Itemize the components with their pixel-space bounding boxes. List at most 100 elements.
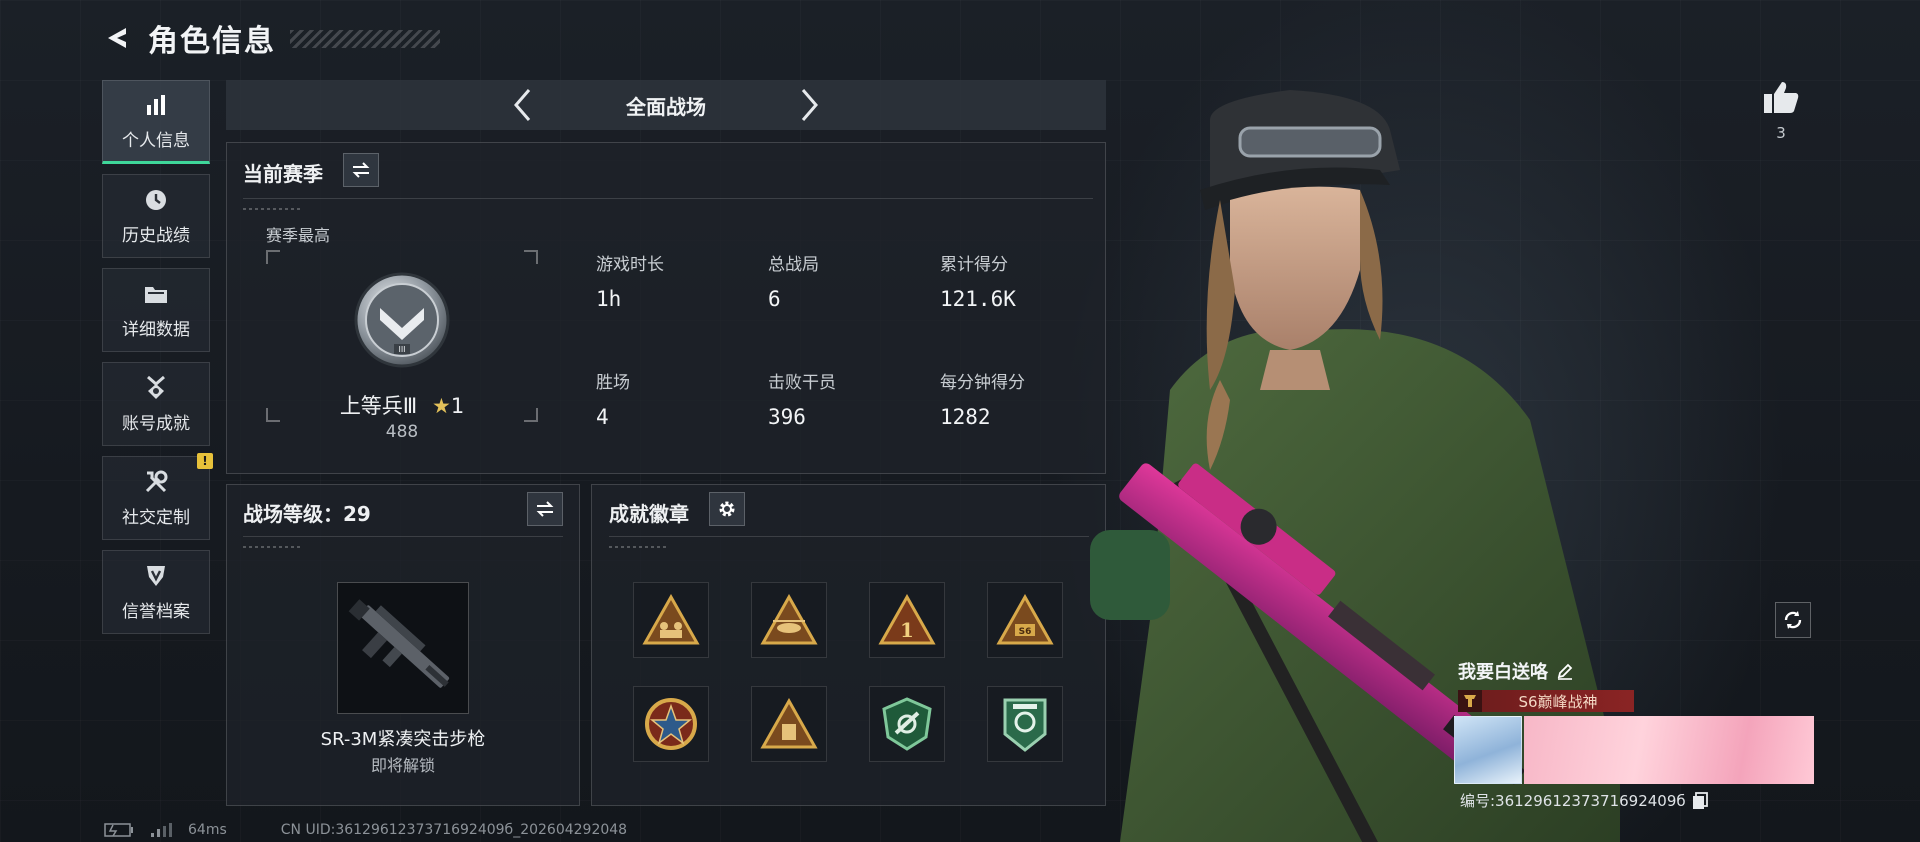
signal-icon bbox=[151, 823, 172, 837]
back-arrow-icon bbox=[108, 28, 126, 48]
stat-value: 1282 bbox=[940, 405, 991, 429]
weapon-name: SR-3M紧凑突击步枪 bbox=[320, 729, 486, 750]
sidebar-item-label: 信誉档案 bbox=[122, 601, 190, 622]
stat-label: 总战局 bbox=[768, 255, 819, 275]
warning-badge: ! bbox=[197, 453, 213, 469]
stat-value: 6 bbox=[768, 287, 781, 311]
star-round-badge-icon[interactable] bbox=[633, 686, 709, 762]
player-uid-row: 编号:3612961237371692409б bbox=[1460, 790, 1708, 811]
green-emblem-badge-icon[interactable] bbox=[869, 686, 945, 762]
season-title: 当前赛季 bbox=[243, 162, 323, 186]
rank-display: III 上等兵Ⅲ ★1 488 bbox=[266, 250, 538, 442]
sidebar-item-label: 账号成就 bbox=[122, 413, 190, 434]
level-value: 29 bbox=[343, 502, 371, 526]
rank-medal-icon: III bbox=[354, 272, 450, 368]
profile-banner bbox=[1524, 716, 1814, 784]
stat-score-per-minute: 每分钟得分 1282 bbox=[940, 368, 1100, 429]
next-mode-button[interactable] bbox=[792, 88, 826, 122]
stat-value: 121.6K bbox=[940, 287, 1016, 311]
like-button[interactable] bbox=[1760, 76, 1802, 118]
clock-icon bbox=[143, 187, 169, 213]
divider-dash bbox=[609, 546, 669, 548]
weapon-preview[interactable] bbox=[337, 582, 469, 714]
sidebar-item-personal-info[interactable]: 个人信息 bbox=[102, 80, 210, 164]
helicopter-triangle-badge-icon[interactable] bbox=[751, 582, 827, 658]
s6-triangle-badge-icon[interactable]: S6 bbox=[987, 582, 1063, 658]
level-switch-button[interactable] bbox=[527, 492, 563, 526]
number-one-triangle-badge-icon[interactable]: 1 bbox=[869, 582, 945, 658]
player-name: 我要白送咯 bbox=[1458, 662, 1548, 683]
divider bbox=[609, 536, 1089, 537]
like-count: 3 bbox=[1776, 124, 1786, 142]
footer-uid: CN UID:3612961237371692409б_202604292048 bbox=[280, 822, 628, 838]
sidebar-item-achievements[interactable]: 账号成就 bbox=[102, 362, 210, 446]
title-emblem-icon bbox=[1458, 690, 1482, 712]
refresh-icon bbox=[1784, 611, 1802, 629]
player-uid: 编号:3612961237371692409б bbox=[1460, 792, 1686, 810]
green-shield-badge-icon[interactable] bbox=[987, 686, 1063, 762]
badge-settings-button[interactable] bbox=[709, 492, 745, 526]
divider-dash bbox=[243, 208, 303, 210]
rank-score: 488 bbox=[385, 422, 419, 442]
page-title: 角色信息 bbox=[148, 24, 276, 59]
rank-stars: 1 bbox=[450, 394, 465, 418]
stat-label: 击败干员 bbox=[768, 373, 836, 393]
sidebar-item-label: 详细数据 bbox=[122, 319, 190, 340]
stat-total-score: 累计得分 121.6K bbox=[940, 250, 1100, 311]
level-label: 战场等级： bbox=[243, 502, 343, 526]
sidebar: 个人信息 历史战绩 详细数据 账号成就 ! 社交定制 信誉档案 bbox=[102, 80, 213, 634]
medal-icon bbox=[143, 375, 169, 401]
swap-icon bbox=[352, 162, 370, 178]
chevron-right-icon bbox=[801, 89, 818, 121]
svg-text:1: 1 bbox=[900, 618, 914, 642]
swap-icon bbox=[536, 501, 554, 517]
previous-mode-button[interactable] bbox=[506, 88, 540, 122]
battery-icon bbox=[104, 823, 133, 837]
mode-selector: 全面战场 bbox=[226, 80, 1106, 130]
status-footer: 64ms CN UID:3612961237371692409б_2026042… bbox=[104, 822, 627, 838]
rank-name: 上等兵Ⅲ bbox=[339, 394, 418, 418]
sidebar-item-label: 历史战绩 bbox=[122, 225, 190, 246]
sidebar-item-reputation[interactable]: 信誉档案 bbox=[102, 550, 210, 634]
sidebar-item-detailed-data[interactable]: 详细数据 bbox=[102, 268, 210, 352]
stat-label: 每分钟得分 bbox=[940, 373, 1025, 393]
stat-wins: 胜场 4 bbox=[596, 368, 756, 429]
folder-icon bbox=[143, 281, 169, 307]
avatar[interactable] bbox=[1454, 716, 1522, 784]
edit-icon[interactable] bbox=[1556, 662, 1574, 680]
page-header: 角色信息 bbox=[100, 18, 276, 59]
copy-icon[interactable] bbox=[1692, 791, 1708, 810]
mode-label: 全面战场 bbox=[626, 94, 706, 119]
refresh-button[interactable] bbox=[1775, 602, 1811, 638]
weapon-status: 即将解锁 bbox=[370, 756, 435, 775]
stat-total-matches: 总战局 6 bbox=[768, 250, 928, 311]
divider bbox=[243, 536, 563, 537]
squad-triangle-badge-icon[interactable] bbox=[633, 582, 709, 658]
frame-corner bbox=[266, 250, 280, 264]
stat-value: 1h bbox=[596, 287, 622, 311]
stat-value: 4 bbox=[596, 405, 609, 429]
stat-label: 胜场 bbox=[596, 373, 630, 393]
sidebar-item-label: 社交定制 bbox=[122, 507, 190, 528]
divider-dash bbox=[243, 546, 303, 548]
svg-text:S6: S6 bbox=[1019, 627, 1032, 637]
crate-triangle-badge-icon[interactable] bbox=[751, 686, 827, 762]
season-best-label: 赛季最高 bbox=[266, 226, 331, 245]
stat-label: 累计得分 bbox=[940, 255, 1008, 275]
shield-icon bbox=[143, 563, 169, 589]
stat-label: 游戏时长 bbox=[596, 255, 664, 275]
back-button[interactable] bbox=[100, 21, 134, 55]
sidebar-item-social-custom[interactable]: ! 社交定制 bbox=[102, 453, 213, 540]
stat-value: 396 bbox=[768, 405, 806, 429]
frame-corner bbox=[524, 250, 538, 264]
player-title: S6巅峰战神 bbox=[1518, 692, 1598, 711]
svg-text:III: III bbox=[398, 345, 405, 354]
star-icon: ★ bbox=[431, 394, 451, 418]
tools-icon bbox=[143, 469, 169, 495]
thumbs-up-icon bbox=[1764, 82, 1799, 113]
season-switch-button[interactable] bbox=[343, 153, 379, 187]
badges-title: 成就徽章 bbox=[609, 502, 689, 526]
chevron-left-icon bbox=[514, 89, 531, 121]
bar-chart-icon bbox=[143, 92, 169, 118]
sidebar-item-history[interactable]: 历史战绩 bbox=[102, 174, 210, 258]
